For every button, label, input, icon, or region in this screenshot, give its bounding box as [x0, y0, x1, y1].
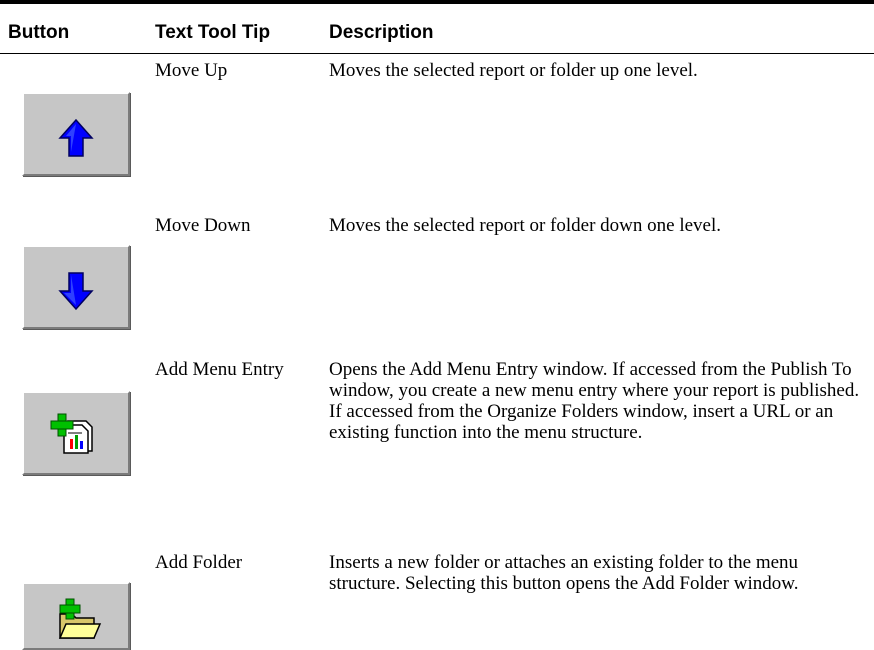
arrow-down-icon [58, 272, 94, 311]
arrow-up-icon [58, 118, 94, 157]
tooltip-text: Move Down [155, 215, 251, 236]
header-rule [0, 53, 874, 54]
add-folder-button-image [22, 582, 130, 650]
tooltip-text: Add Folder [155, 552, 243, 573]
move-up-button-image [22, 92, 130, 176]
tooltip-text: Move Up [155, 60, 228, 81]
add-folder-icon [58, 598, 102, 639]
description-text: Moves the selected report or folder up o… [329, 60, 698, 81]
tooltip-text: Add Menu Entry [155, 359, 284, 380]
add-menu-entry-icon [50, 413, 93, 454]
add-menu-entry-button-image [22, 391, 130, 475]
header-tooltip: Text Tool Tip [155, 22, 271, 43]
description-text: Moves the selected report or folder down… [329, 215, 722, 236]
table-header: Button Text Tool Tip Description [0, 4, 874, 53]
header-description: Description [329, 22, 434, 43]
move-down-button-image [22, 245, 130, 329]
description-text: Opens the Add Menu Entry window. If acce… [329, 359, 860, 443]
description-text: Inserts a new folder or attaches an exis… [329, 552, 799, 594]
header-button: Button [8, 22, 70, 43]
